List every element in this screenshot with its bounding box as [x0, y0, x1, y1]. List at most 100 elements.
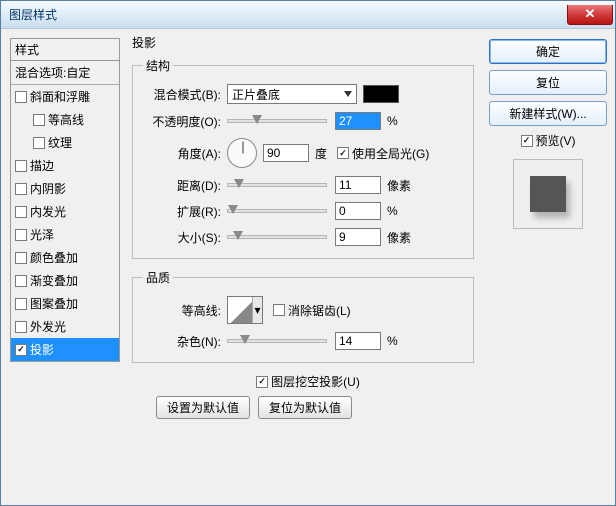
set-default-button[interactable]: 设置为默认值	[156, 396, 250, 419]
opacity-label: 不透明度(O):	[143, 113, 227, 130]
style-row-label: 描边	[30, 157, 54, 174]
chevron-down-icon	[344, 91, 352, 97]
distance-slider[interactable]	[227, 183, 327, 187]
size-input[interactable]: 9	[335, 228, 381, 246]
style-row[interactable]: 内阴影	[11, 177, 119, 200]
shadow-color-swatch[interactable]	[363, 85, 399, 103]
checkbox-icon	[337, 147, 349, 159]
style-row[interactable]: 内发光	[11, 200, 119, 223]
contour-picker[interactable]: ▾	[227, 296, 263, 324]
style-row-label: 图案叠加	[30, 295, 78, 312]
style-row-label: 等高线	[48, 111, 84, 128]
distance-unit: 像素	[387, 177, 411, 194]
checkbox-icon[interactable]	[15, 321, 27, 333]
chevron-down-icon: ▾	[252, 297, 262, 323]
knockout-label: 图层挖空投影(U)	[271, 373, 360, 390]
style-row-label: 投影	[30, 341, 54, 358]
style-row-label: 光泽	[30, 226, 54, 243]
checkbox-icon[interactable]	[15, 252, 27, 264]
checkbox-icon[interactable]	[15, 160, 27, 172]
styles-header[interactable]: 样式	[10, 38, 120, 60]
antialias-checkbox[interactable]: 消除锯齿(L)	[273, 302, 351, 319]
style-row[interactable]: 投影	[11, 338, 119, 361]
noise-input[interactable]: 14	[335, 332, 381, 350]
blendmode-value: 正片叠底	[232, 86, 280, 103]
dialog-body: 样式 混合选项:自定 斜面和浮雕等高线纹理描边内阴影内发光光泽颜色叠加渐变叠加图…	[1, 29, 615, 505]
global-light-label: 使用全局光(G)	[352, 145, 429, 162]
window-title: 图层样式	[9, 6, 57, 23]
opacity-unit: %	[387, 114, 398, 128]
reset-default-button[interactable]: 复位为默认值	[258, 396, 352, 419]
opacity-input[interactable]: 27	[335, 112, 381, 130]
style-row-label: 纹理	[48, 134, 72, 151]
checkbox-icon[interactable]	[15, 298, 27, 310]
distance-label: 距离(D):	[143, 177, 227, 194]
layer-style-dialog: 图层样式 ✕ 样式 混合选项:自定 斜面和浮雕等高线纹理描边内阴影内发光光泽颜色…	[0, 0, 616, 506]
style-row-label: 外发光	[30, 318, 66, 335]
close-button[interactable]: ✕	[567, 5, 613, 25]
style-row[interactable]: 光泽	[11, 223, 119, 246]
checkbox-icon[interactable]	[15, 183, 27, 195]
knockout-checkbox[interactable]: 图层挖空投影(U)	[256, 373, 360, 390]
blendmode-combo[interactable]: 正片叠底	[227, 84, 357, 104]
style-row-label: 斜面和浮雕	[30, 88, 90, 105]
style-row-label: 内阴影	[30, 180, 66, 197]
right-button-panel: 确定 复位 新建样式(W)... 预览(V)	[489, 39, 607, 229]
global-light-checkbox[interactable]: 使用全局光(G)	[337, 145, 429, 162]
style-row[interactable]: 图案叠加	[11, 292, 119, 315]
checkbox-icon	[521, 135, 533, 147]
spread-label: 扩展(R):	[143, 203, 227, 220]
effect-title: 投影	[128, 32, 478, 53]
titlebar[interactable]: 图层样式 ✕	[1, 1, 615, 29]
structure-legend: 结构	[143, 57, 173, 74]
style-row[interactable]: 等高线	[11, 108, 119, 131]
styles-panel: 样式 混合选项:自定 斜面和浮雕等高线纹理描边内阴影内发光光泽颜色叠加渐变叠加图…	[10, 38, 120, 362]
size-slider[interactable]	[227, 235, 327, 239]
style-row[interactable]: 斜面和浮雕	[11, 85, 119, 108]
opacity-slider[interactable]	[227, 119, 327, 123]
preview-checkbox[interactable]: 预览(V)	[489, 132, 607, 149]
style-row[interactable]: 渐变叠加	[11, 269, 119, 292]
checkbox-icon[interactable]	[15, 275, 27, 287]
blending-options-row[interactable]: 混合选项:自定	[11, 61, 119, 85]
checkbox-icon	[256, 376, 268, 388]
size-unit: 像素	[387, 229, 411, 246]
style-row[interactable]: 描边	[11, 154, 119, 177]
checkbox-icon[interactable]	[15, 344, 27, 356]
angle-dial[interactable]	[227, 138, 257, 168]
new-style-button[interactable]: 新建样式(W)...	[489, 101, 607, 126]
size-label: 大小(S):	[143, 229, 227, 246]
cancel-button[interactable]: 复位	[489, 70, 607, 95]
style-row[interactable]: 纹理	[11, 131, 119, 154]
preview-thumbnail	[513, 159, 583, 229]
checkbox-icon[interactable]	[15, 206, 27, 218]
style-row[interactable]: 外发光	[11, 315, 119, 338]
spread-unit: %	[387, 204, 398, 218]
antialias-label: 消除锯齿(L)	[288, 302, 351, 319]
angle-input[interactable]: 90	[263, 144, 309, 162]
checkbox-icon[interactable]	[33, 114, 45, 126]
ok-button[interactable]: 确定	[489, 39, 607, 64]
spread-input[interactable]: 0	[335, 202, 381, 220]
checkbox-icon[interactable]	[33, 137, 45, 149]
blendmode-label: 混合模式(B):	[143, 86, 227, 103]
quality-group: 品质 等高线: ▾ 消除锯齿(L) 杂色(N): 14 %	[132, 269, 474, 363]
noise-label: 杂色(N):	[143, 333, 227, 350]
style-row-label: 渐变叠加	[30, 272, 78, 289]
checkbox-icon	[273, 304, 285, 316]
effect-settings-panel: 投影 结构 混合模式(B): 正片叠底 不透明度(O):	[128, 32, 478, 419]
contour-label: 等高线:	[143, 302, 227, 319]
structure-group: 结构 混合模式(B): 正片叠底 不透明度(O): 27 %	[132, 57, 474, 259]
preview-label-text: 预览(V)	[536, 132, 576, 149]
checkbox-icon[interactable]	[15, 91, 27, 103]
checkbox-icon[interactable]	[15, 229, 27, 241]
noise-unit: %	[387, 334, 398, 348]
style-row-label: 内发光	[30, 203, 66, 220]
quality-legend: 品质	[143, 269, 173, 286]
noise-slider[interactable]	[227, 339, 327, 343]
style-row[interactable]: 颜色叠加	[11, 246, 119, 269]
styles-list: 混合选项:自定 斜面和浮雕等高线纹理描边内阴影内发光光泽颜色叠加渐变叠加图案叠加…	[10, 60, 120, 362]
spread-slider[interactable]	[227, 209, 327, 213]
distance-input[interactable]: 11	[335, 176, 381, 194]
style-row-label: 颜色叠加	[30, 249, 78, 266]
